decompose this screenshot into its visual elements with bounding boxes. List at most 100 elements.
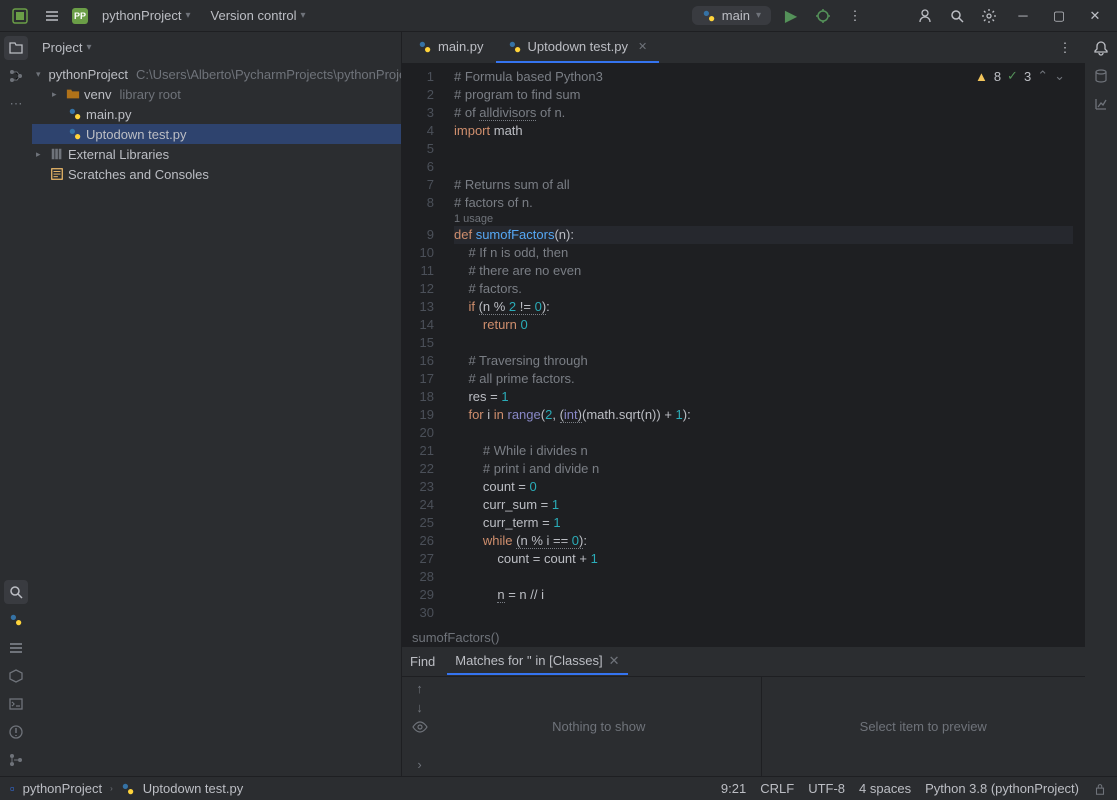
tree-scratches[interactable]: ▸ Scratches and Consoles bbox=[32, 164, 401, 184]
find-subtab[interactable]: Matches for '' in [Classes] ✕ bbox=[447, 649, 627, 675]
tree-label: Uptodown test.py bbox=[86, 127, 186, 142]
close-tab-icon[interactable]: ✕ bbox=[638, 40, 647, 53]
library-icon bbox=[50, 147, 64, 161]
tree-external[interactable]: ▸ External Libraries bbox=[32, 144, 401, 164]
project-badge: PP bbox=[72, 8, 88, 24]
tab-uptodown[interactable]: Uptodown test.py ✕ bbox=[496, 32, 660, 63]
expand-results-icon[interactable]: › bbox=[417, 757, 421, 772]
status-file[interactable]: Uptodown test.py bbox=[143, 781, 243, 796]
tree-file-uptodown[interactable]: Uptodown test.py bbox=[32, 124, 401, 144]
prev-result-icon[interactable]: ↑ bbox=[416, 681, 423, 696]
python-file-icon bbox=[121, 782, 135, 796]
status-separator[interactable]: CRLF bbox=[760, 781, 794, 796]
settings-icon[interactable] bbox=[977, 4, 1001, 28]
vcs-dropdown[interactable]: Version control ▾ bbox=[205, 6, 312, 25]
tab-label: Uptodown test.py bbox=[528, 39, 628, 54]
status-project-icon: ▫ bbox=[10, 781, 15, 796]
python-file-icon bbox=[68, 127, 82, 141]
left-toolwindow-rail: ⋯ bbox=[0, 32, 32, 776]
close-button[interactable]: ✕ bbox=[1081, 4, 1109, 28]
gutter[interactable]: 1234567891011121314151617181920212223242… bbox=[402, 64, 442, 628]
watch-icon[interactable] bbox=[412, 719, 428, 735]
tree-label: venv bbox=[84, 87, 111, 102]
status-indent[interactable]: 4 spaces bbox=[859, 781, 911, 796]
sciview-icon[interactable] bbox=[1089, 92, 1113, 116]
search-icon[interactable] bbox=[945, 4, 969, 28]
run-config-selector[interactable]: main ▾ bbox=[692, 6, 771, 25]
next-result-icon[interactable]: ↓ bbox=[416, 700, 423, 715]
run-button[interactable]: ▶ bbox=[779, 4, 803, 28]
close-subtab-icon[interactable]: ✕ bbox=[609, 653, 620, 669]
tree-label: pythonProject bbox=[49, 67, 129, 82]
code-editor[interactable]: ▲ 8 ✓ 3 ⌃ ⌄ 1234567891011121314151617181… bbox=[402, 64, 1085, 628]
warning-count: 8 bbox=[994, 69, 1001, 84]
vcs-label: Version control bbox=[211, 8, 297, 23]
tree-label: External Libraries bbox=[68, 147, 169, 162]
app-icon[interactable] bbox=[8, 4, 32, 28]
database-icon[interactable] bbox=[1089, 64, 1113, 88]
problems-tool-icon[interactable] bbox=[4, 720, 28, 744]
search-tool-icon[interactable] bbox=[4, 580, 28, 604]
project-tool-icon[interactable] bbox=[4, 36, 28, 60]
code-with-me-icon[interactable] bbox=[913, 4, 937, 28]
tree-label: Scratches and Consoles bbox=[68, 167, 209, 182]
project-name: pythonProject bbox=[102, 8, 182, 23]
python-console-icon[interactable] bbox=[4, 608, 28, 632]
find-results: Nothing to show bbox=[437, 677, 762, 776]
breadcrumb-fn: sumofFactors() bbox=[412, 630, 499, 645]
chevron-down-icon: ▾ bbox=[301, 10, 306, 21]
debug-button[interactable] bbox=[811, 4, 835, 28]
tree-hint: library root bbox=[119, 87, 180, 102]
chevron-down-icon: ▾ bbox=[86, 42, 91, 53]
editor-tabs: main.py Uptodown test.py ✕ ⋮ bbox=[402, 32, 1085, 64]
find-preview-label: Select item to preview bbox=[860, 719, 987, 734]
python-icon bbox=[702, 9, 716, 23]
expand-icon[interactable]: ▸ bbox=[36, 149, 46, 160]
status-position[interactable]: 9:21 bbox=[721, 781, 746, 796]
chevron-down-icon: ▾ bbox=[756, 10, 761, 21]
minimize-button[interactable]: ─ bbox=[1009, 4, 1037, 28]
run-config-name: main bbox=[722, 8, 750, 23]
inspection-widget[interactable]: ▲ 8 ✓ 3 ⌃ ⌄ bbox=[975, 68, 1065, 84]
python-file-icon bbox=[68, 107, 82, 121]
more-icon[interactable]: ⋮ bbox=[843, 4, 867, 28]
tabs-more-icon[interactable]: ⋮ bbox=[1053, 36, 1077, 60]
project-panel: Project ▾ ▾ pythonProject C:\Users\Alber… bbox=[32, 32, 402, 776]
packages-tool-icon[interactable] bbox=[4, 636, 28, 660]
project-dropdown[interactable]: pythonProject ▾ bbox=[96, 6, 197, 25]
terminal-tool-icon[interactable] bbox=[4, 692, 28, 716]
python-file-icon bbox=[508, 40, 522, 54]
vcs-tool-icon[interactable] bbox=[4, 748, 28, 772]
tab-label: main.py bbox=[438, 39, 484, 54]
notifications-icon[interactable] bbox=[1089, 36, 1113, 60]
tree-label: main.py bbox=[86, 107, 132, 122]
tree-file-main[interactable]: main.py bbox=[32, 104, 401, 124]
topbar: PP pythonProject ▾ Version control ▾ mai… bbox=[0, 0, 1117, 32]
maximize-button[interactable]: ▢ bbox=[1045, 4, 1073, 28]
code-content[interactable]: # Formula based Python3# program to find… bbox=[442, 64, 1085, 628]
status-project[interactable]: pythonProject bbox=[23, 781, 103, 796]
project-tree: ▾ pythonProject C:\Users\Alberto\Pycharm… bbox=[32, 62, 401, 776]
services-tool-icon[interactable] bbox=[4, 664, 28, 688]
menu-icon[interactable] bbox=[40, 4, 64, 28]
lock-icon[interactable] bbox=[1093, 782, 1107, 796]
status-interpreter[interactable]: Python 3.8 (pythonProject) bbox=[925, 781, 1079, 796]
nav-up-icon[interactable]: ⌃ bbox=[1037, 68, 1048, 84]
status-encoding[interactable]: UTF-8 bbox=[808, 781, 845, 796]
nav-down-icon[interactable]: ⌄ bbox=[1054, 68, 1065, 84]
expand-icon[interactable]: ▾ bbox=[36, 69, 41, 80]
expand-icon[interactable]: ▸ bbox=[52, 89, 62, 100]
find-tab[interactable]: Find bbox=[410, 650, 435, 673]
structure-tool-icon[interactable] bbox=[4, 64, 28, 88]
editor-breadcrumb[interactable]: sumofFactors() bbox=[402, 628, 1085, 646]
panel-header[interactable]: Project ▾ bbox=[32, 32, 401, 62]
check-icon: ✓ bbox=[1007, 68, 1018, 84]
panel-title: Project bbox=[42, 40, 82, 55]
chevron-right-icon: › bbox=[110, 784, 113, 793]
tree-hint: C:\Users\Alberto\PycharmProjects\pythonP… bbox=[136, 67, 401, 82]
statusbar: ▫ pythonProject › Uptodown test.py 9:21 … bbox=[0, 776, 1117, 800]
tab-main[interactable]: main.py bbox=[406, 32, 496, 63]
tree-root[interactable]: ▾ pythonProject C:\Users\Alberto\Pycharm… bbox=[32, 64, 401, 84]
more-tool-icon[interactable]: ⋯ bbox=[4, 92, 28, 116]
tree-venv[interactable]: ▸ venv library root bbox=[32, 84, 401, 104]
